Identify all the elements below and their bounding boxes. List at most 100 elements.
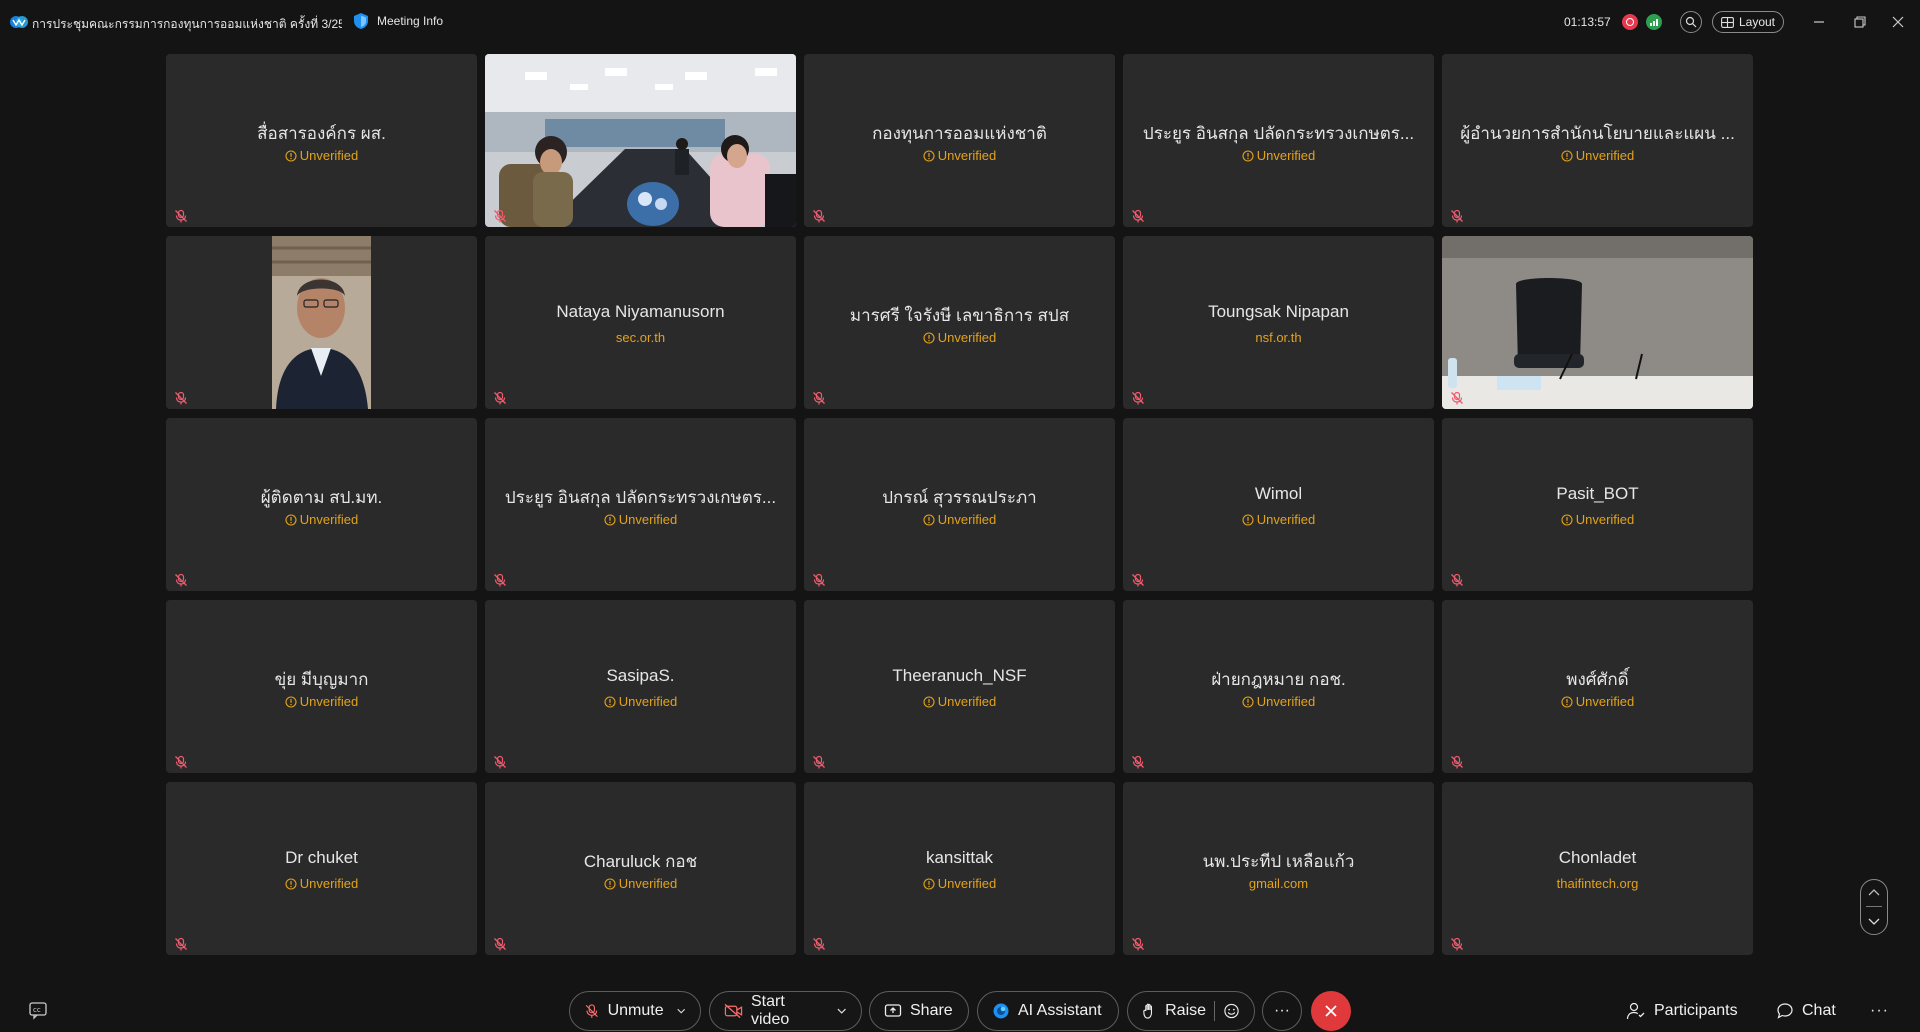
participant-tile[interactable]: ผู้อำนวยการสำนักนโยบายและแผน ... Unverifi… xyxy=(1442,54,1753,227)
network-status-icon[interactable] xyxy=(1646,14,1662,30)
zoom-button[interactable] xyxy=(1680,11,1702,33)
participant-tile[interactable] xyxy=(485,54,796,227)
close-window-button[interactable] xyxy=(1888,12,1908,32)
participant-name: ประยูร อินสกุล ปลัดกระทรวงเกษตร... xyxy=(1142,124,1415,143)
minimize-button[interactable] xyxy=(1809,12,1829,32)
participant-tile[interactable]: Nataya Niyamanusorn sec.or.th xyxy=(485,236,796,409)
participant-tile[interactable]: Pasit_BOT Unverified xyxy=(1442,418,1753,591)
reactions-icon[interactable] xyxy=(1223,1002,1240,1020)
raise-label: Raise xyxy=(1165,1002,1207,1019)
more-options-button[interactable]: ··· xyxy=(1262,991,1302,1031)
minimize-icon xyxy=(1814,21,1824,23)
participant-name: ผู้อำนวยการสำนักนโยบายและแผน ... xyxy=(1460,124,1735,143)
participant-name: kansittak xyxy=(925,848,994,867)
participant-tile[interactable]: ขุ่ย มีบุญมาก Unverified xyxy=(166,600,477,773)
microphone-muted-icon xyxy=(494,937,506,951)
participant-name: Nataya Niyamanusorn xyxy=(556,302,725,321)
microphone-muted-icon xyxy=(813,209,825,223)
warning-icon xyxy=(1242,695,1254,708)
warning-icon xyxy=(923,331,935,344)
microphone-muted-icon xyxy=(1132,573,1144,587)
microphone-muted-icon xyxy=(1451,755,1463,769)
restore-button[interactable] xyxy=(1850,12,1870,32)
participant-status-text: Unverified xyxy=(1256,512,1316,527)
participant-video xyxy=(166,236,477,409)
grid-pager xyxy=(1860,879,1888,935)
participant-tile[interactable]: Toungsak Nipapan nsf.or.th xyxy=(1123,236,1434,409)
closed-captions-icon[interactable]: cc xyxy=(28,1000,50,1020)
microphone-muted-icon xyxy=(1451,573,1463,587)
participant-status-text: Unverified xyxy=(937,512,997,527)
start-video-button[interactable]: Start video xyxy=(709,991,862,1031)
unverified-badge: Unverified xyxy=(1123,694,1434,709)
microphone-muted-icon xyxy=(1132,209,1144,223)
leave-meeting-button[interactable] xyxy=(1311,991,1351,1031)
raise-hand-button[interactable]: Raise xyxy=(1127,991,1255,1031)
ai-assistant-button[interactable]: AI Assistant xyxy=(977,991,1119,1031)
restore-icon xyxy=(1854,16,1866,28)
page-up-button[interactable] xyxy=(1864,882,1884,902)
participant-tile[interactable]: Wimol Unverified xyxy=(1123,418,1434,591)
close-icon xyxy=(1892,16,1904,28)
participant-tile[interactable] xyxy=(1442,236,1753,409)
unverified-badge: Unverified xyxy=(804,330,1115,345)
participant-name: Charuluck กอช xyxy=(583,852,698,871)
chevron-down-icon[interactable] xyxy=(836,1005,847,1017)
participant-status-text: Unverified xyxy=(618,876,678,891)
participant-tile[interactable]: ปกรณ์ สุวรรณประภา Unverified xyxy=(804,418,1115,591)
microphone-muted-icon xyxy=(1451,937,1463,951)
warning-icon xyxy=(1242,149,1254,162)
unmute-button[interactable]: Unmute xyxy=(569,991,701,1031)
warning-icon xyxy=(923,149,935,162)
participant-status-text: Unverified xyxy=(299,512,359,527)
participant-tile[interactable]: SasipaS. Unverified xyxy=(485,600,796,773)
participant-tile[interactable] xyxy=(166,236,477,409)
participants-button[interactable]: Participants xyxy=(1626,999,1738,1023)
microphone-muted-icon xyxy=(175,937,187,951)
participant-domain: sec.or.th xyxy=(485,330,796,345)
page-down-button[interactable] xyxy=(1864,912,1884,932)
unmute-label: Unmute xyxy=(607,1002,664,1019)
unverified-badge: Unverified xyxy=(1123,512,1434,527)
participant-tile[interactable]: ฝ่ายกฎหมาย กอช. Unverified xyxy=(1123,600,1434,773)
participant-tile[interactable]: สื่อสารองค์กร ผส. Unverified xyxy=(166,54,477,227)
meeting-info-label: Meeting Info xyxy=(377,14,444,28)
unverified-badge: Unverified xyxy=(485,512,796,527)
participant-tile[interactable]: ประยูร อินสกุล ปลัดกระทรวงเกษตร... Unveri… xyxy=(1123,54,1434,227)
chevron-down-icon[interactable] xyxy=(676,1005,686,1017)
svg-text:cc: cc xyxy=(33,1006,41,1014)
participant-tile[interactable]: พงศ์ศักดิ์ Unverified xyxy=(1442,600,1753,773)
participant-name: ผู้ติดตาม สป.มท. xyxy=(260,488,383,507)
pager-divider xyxy=(1866,906,1882,908)
meeting-info-button[interactable]: Meeting Info xyxy=(353,12,443,30)
participant-tile[interactable]: kansittak Unverified xyxy=(804,782,1115,955)
participant-name: ขุ่ย มีบุญมาก xyxy=(274,670,369,689)
microphone-muted-icon xyxy=(1132,937,1144,951)
participant-tile[interactable]: Theeranuch_NSF Unverified xyxy=(804,600,1115,773)
layout-label: Layout xyxy=(1738,15,1776,29)
participant-tile[interactable]: มารศรี ใจรังษี เลขาธิการ สปส Unverified xyxy=(804,236,1115,409)
share-button[interactable]: Share xyxy=(869,991,969,1031)
warning-icon xyxy=(285,877,297,890)
unverified-badge: Unverified xyxy=(804,512,1115,527)
participant-status-text: Unverified xyxy=(1575,148,1635,163)
participant-tile[interactable]: ประยูร อินสกุล ปลัดกระทรวงเกษตร... Unveri… xyxy=(485,418,796,591)
overflow-menu-button[interactable]: ··· xyxy=(1870,1002,1889,1020)
participant-tile[interactable]: Dr chuket Unverified xyxy=(166,782,477,955)
participant-tile[interactable]: นพ.ประทีป เหลือแก้ว gmail.com xyxy=(1123,782,1434,955)
title-bar: การประชุมคณะกรรมการกองทุนการออมแห่งชาติ … xyxy=(0,0,1920,44)
participant-tile[interactable]: Charuluck กอช Unverified xyxy=(485,782,796,955)
microphone-muted-icon xyxy=(1132,755,1144,769)
chat-button[interactable]: Chat xyxy=(1776,999,1836,1023)
participant-tile[interactable]: ผู้ติดตาม สป.มท. Unverified xyxy=(166,418,477,591)
participant-status-text: thaifintech.org xyxy=(1556,876,1639,891)
layout-button[interactable]: Layout xyxy=(1712,11,1784,33)
participant-domain: nsf.or.th xyxy=(1123,330,1434,345)
start-video-label: Start video xyxy=(750,993,790,1028)
participant-tile[interactable]: Chonladet thaifintech.org xyxy=(1442,782,1753,955)
participant-name: มารศรี ใจรังษี เลขาธิการ สปส xyxy=(849,306,1070,325)
participant-tile[interactable]: กองทุนการออมแห่งชาติ Unverified xyxy=(804,54,1115,227)
participant-name: Theeranuch_NSF xyxy=(892,666,1027,685)
microphone-muted-icon xyxy=(813,755,825,769)
participant-name: ปกรณ์ สุวรรณประภา xyxy=(882,488,1037,507)
